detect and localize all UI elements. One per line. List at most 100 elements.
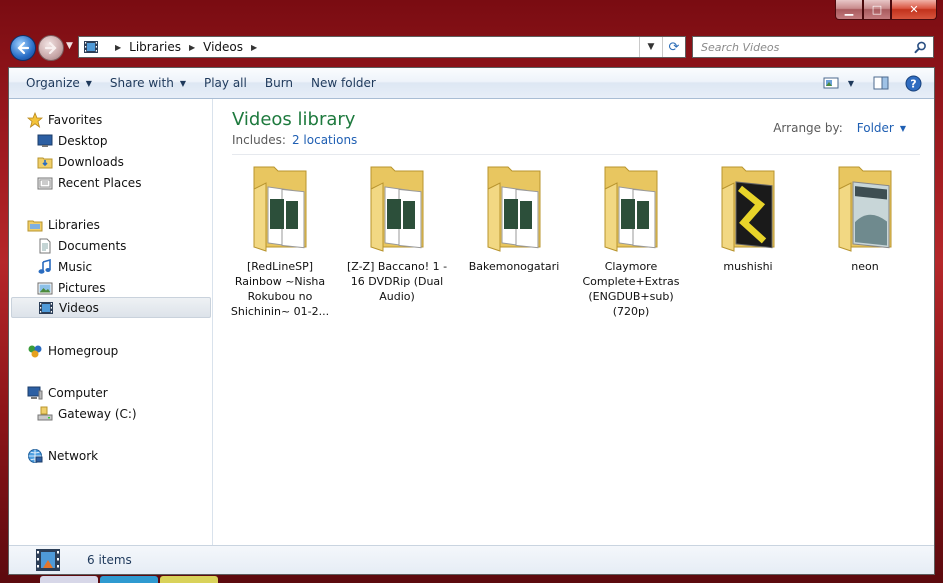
nav-computer[interactable]: Computer <box>27 382 211 403</box>
video-library-icon <box>35 548 61 572</box>
chevron-down-icon[interactable]: ▼ <box>900 124 906 133</box>
folder-item[interactable]: mushishi <box>695 159 801 274</box>
refresh-button[interactable]: ⟳ <box>662 37 685 57</box>
nav-label: Documents <box>58 238 127 253</box>
video-library-icon <box>83 39 101 55</box>
back-button[interactable] <box>10 35 36 61</box>
change-view-button[interactable] <box>818 68 844 98</box>
nav-label: Network <box>48 448 99 463</box>
view-options-dropdown[interactable]: ▼ <box>844 68 858 98</box>
folder-name: Bakemonogatari <box>468 260 560 273</box>
video-folder-icon <box>240 159 320 255</box>
search-icon[interactable] <box>914 41 927 54</box>
breadcrumb-libraries[interactable]: Libraries <box>129 40 181 54</box>
navigation-row: ▼ ▶ Libraries ▶ Videos ▶ ▼ ⟳ <box>0 32 943 62</box>
arrange-by-dropdown[interactable]: Folder <box>857 121 894 135</box>
nav-desktop[interactable]: Desktop <box>37 130 211 151</box>
pictures-icon <box>37 280 53 296</box>
image-folder-icon <box>708 159 788 255</box>
share-with-button[interactable]: Share with ▼ <box>101 68 195 98</box>
nav-documents[interactable]: Documents <box>37 235 211 256</box>
nav-label: Recent Places <box>58 175 142 190</box>
content-pane: Videos library Includes: 2 locations Arra… <box>213 99 934 545</box>
preview-pane-button[interactable] <box>868 68 894 98</box>
nav-recent-places[interactable]: Recent Places <box>37 172 211 193</box>
nav-label: Libraries <box>48 217 100 232</box>
image-folder-icon <box>825 159 905 255</box>
folder-name: mushishi <box>723 260 773 273</box>
taskbar-button[interactable] <box>40 576 98 583</box>
taskbar-button[interactable] <box>160 576 218 583</box>
homegroup-icon <box>27 343 43 359</box>
nav-label: Downloads <box>58 154 124 169</box>
nav-pictures[interactable]: Pictures <box>37 277 211 298</box>
arrange-by-label: Arrange by: <box>773 121 843 135</box>
folder-name: [Z-Z] Baccano! 1 - 16 DVDRip (Dual Audio… <box>346 260 448 303</box>
organize-label: Organize <box>26 76 80 90</box>
locations-link[interactable]: 2 locations <box>292 133 357 147</box>
title-bar: ▁ □ ✕ <box>0 0 943 30</box>
forward-button[interactable] <box>38 35 64 61</box>
documents-icon <box>37 238 53 254</box>
maximize-button[interactable]: □ <box>863 0 891 20</box>
network-icon <box>27 448 43 464</box>
includes-label: Includes: <box>232 133 286 147</box>
nav-label: Videos <box>59 300 99 315</box>
help-icon: ? <box>905 75 921 91</box>
video-icon <box>38 300 54 316</box>
video-folder-icon <box>474 159 554 255</box>
recent-pages-dropdown[interactable]: ▼ <box>66 41 73 51</box>
nav-label: Computer <box>48 385 108 400</box>
play-all-button[interactable]: Play all <box>195 68 256 98</box>
breadcrumb-separator[interactable]: ▶ <box>189 43 195 52</box>
recent-places-icon <box>37 175 53 191</box>
nav-homegroup[interactable]: Homegroup <box>27 340 211 361</box>
music-note-icon <box>37 258 53 275</box>
folder-item[interactable]: Claymore Complete+Extras (ENGDUB+sub)(72… <box>578 159 684 319</box>
taskbar-button[interactable] <box>100 576 158 583</box>
nav-downloads[interactable]: Downloads <box>37 151 211 172</box>
search-box[interactable] <box>692 36 934 58</box>
nav-favorites[interactable]: Favorites <box>27 109 211 130</box>
computer-icon <box>27 385 43 401</box>
libraries-icon <box>27 217 43 233</box>
view-icon <box>823 77 839 89</box>
nav-libraries[interactable]: Libraries <box>27 214 211 235</box>
nav-gateway-drive[interactable]: Gateway (C:) <box>37 403 211 424</box>
nav-label: Desktop <box>58 133 108 148</box>
window-controls: ▁ □ ✕ <box>835 0 937 20</box>
nav-network[interactable]: Network <box>27 445 211 466</box>
chevron-down-icon: ▼ <box>179 78 186 88</box>
folder-item[interactable]: Bakemonogatari <box>461 159 567 274</box>
breadcrumb-videos[interactable]: Videos <box>203 40 243 54</box>
organize-button[interactable]: Organize ▼ <box>17 68 101 98</box>
drive-icon <box>37 406 53 422</box>
breadcrumb-separator[interactable]: ▶ <box>115 43 121 52</box>
nav-videos[interactable]: Videos <box>11 297 211 318</box>
nav-label: Gateway (C:) <box>58 406 137 421</box>
address-bar[interactable]: ▶ Libraries ▶ Videos ▶ ▼ ⟳ <box>78 36 686 58</box>
svg-text:?: ? <box>910 77 916 90</box>
nav-label: Homegroup <box>48 343 119 358</box>
new-folder-button[interactable]: New folder <box>302 68 385 98</box>
close-button[interactable]: ✕ <box>891 0 937 20</box>
arrange-by: Arrange by: Folder ▼ <box>773 121 906 135</box>
search-input[interactable] <box>701 40 901 54</box>
breadcrumb-separator[interactable]: ▶ <box>251 43 257 52</box>
explorer-frame: Organize ▼ Share with ▼ Play all Burn New … <box>8 67 935 575</box>
status-bar: 6 items <box>9 545 934 574</box>
folder-item[interactable]: [Z-Z] Baccano! 1 - 16 DVDRip (Dual Audio… <box>344 159 450 304</box>
command-bar: Organize ▼ Share with ▼ Play all Burn New … <box>9 68 934 99</box>
chevron-down-icon: ▼ <box>85 78 92 88</box>
burn-button[interactable]: Burn <box>256 68 302 98</box>
help-button[interactable]: ? <box>900 68 926 98</box>
folder-item[interactable]: neon <box>812 159 918 274</box>
nav-music[interactable]: Music <box>37 256 211 277</box>
downloads-folder-icon <box>37 154 53 170</box>
video-folder-icon <box>591 159 671 255</box>
folder-item[interactable]: [RedLineSP] Rainbow ~Nisha Rokubou no Sh… <box>227 159 333 319</box>
address-history-dropdown[interactable]: ▼ <box>639 37 662 57</box>
minimize-button[interactable]: ▁ <box>835 0 863 20</box>
share-with-label: Share with <box>109 76 174 90</box>
divider <box>232 154 920 155</box>
